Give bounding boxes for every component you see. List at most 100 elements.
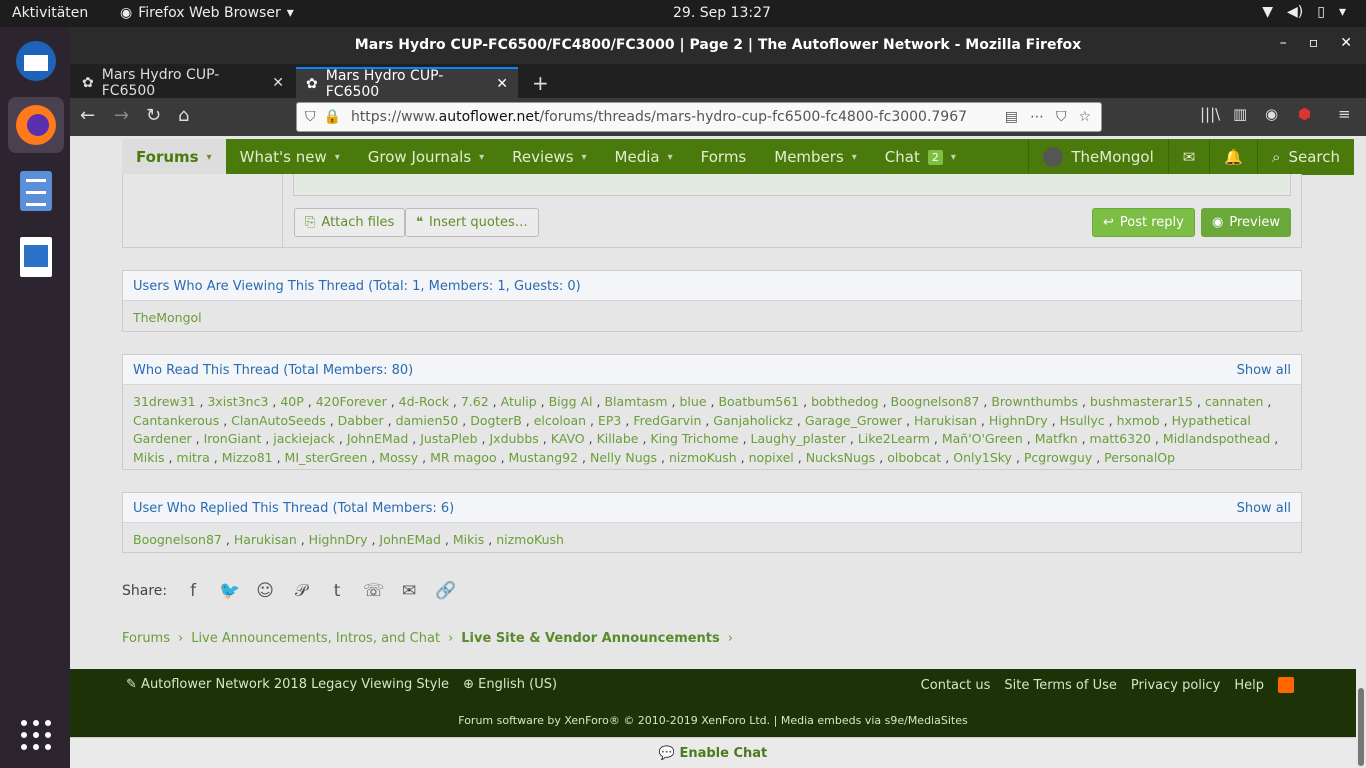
language-chooser[interactable]: ⊕ English (US) <box>463 677 557 692</box>
member-link[interactable]: Nelly Nugs <box>590 450 657 465</box>
pinterest-icon[interactable]: 𝒫 <box>291 581 311 601</box>
member-link[interactable]: JohnEMad <box>347 431 408 446</box>
post-reply-button[interactable]: ↩ Post reply <box>1092 208 1195 237</box>
member-link[interactable]: Hsullyc <box>1060 413 1105 428</box>
scrollbar[interactable] <box>1356 136 1366 768</box>
member-link[interactable]: Jxdubbs <box>489 431 538 446</box>
member-link[interactable]: Ganjaholickz <box>713 413 793 428</box>
member-link[interactable]: ClanAutoSeeds <box>231 413 326 428</box>
member-link[interactable]: Mañ'O'Green <box>942 431 1023 446</box>
member-link[interactable]: Blamtasm <box>604 394 667 409</box>
nav-grow-journals[interactable]: Grow Journals ▾ <box>354 139 498 175</box>
forward-icon[interactable]: → <box>114 105 129 126</box>
library-icon[interactable]: |||\ <box>1200 105 1220 123</box>
alerts-button[interactable]: 🔔 <box>1209 139 1257 175</box>
terms-link[interactable]: Site Terms of Use <box>1004 678 1116 693</box>
close-tab-icon[interactable]: ✕ <box>272 75 284 91</box>
privacy-link[interactable]: Privacy policy <box>1131 678 1220 693</box>
member-link[interactable]: Killabe <box>597 431 639 446</box>
more-icon[interactable]: ⋯ <box>1030 109 1044 125</box>
tumblr-icon[interactable]: t <box>327 581 347 601</box>
member-link[interactable]: elcoloan <box>534 413 586 428</box>
search-button[interactable]: ⌕ Search <box>1257 139 1354 175</box>
member-link[interactable]: olbobcat <box>887 450 941 465</box>
contact-link[interactable]: Contact us <box>921 678 991 693</box>
clock[interactable]: 29. Sep 13:27 <box>673 5 771 21</box>
thunderbird-icon[interactable] <box>8 33 64 89</box>
member-link[interactable]: nizmoKush <box>496 532 564 547</box>
member-link[interactable]: King Trichome <box>650 431 738 446</box>
member-link[interactable]: Mossy <box>379 450 418 465</box>
reader-icon[interactable]: ▤ <box>1005 109 1018 125</box>
member-link[interactable]: NucksNugs <box>806 450 876 465</box>
nav-forums[interactable]: Forums ▾ <box>122 139 226 175</box>
member-link[interactable]: 31drew31 <box>133 394 196 409</box>
bookmark-star-icon[interactable]: ☆ <box>1078 109 1091 125</box>
facebook-icon[interactable]: f <box>183 581 203 601</box>
system-tray[interactable]: ▼ ◀) ▯ ▾ <box>1262 4 1346 20</box>
repliers-show-all[interactable]: Show all <box>1237 501 1291 516</box>
nav-reviews[interactable]: Reviews ▾ <box>498 139 600 175</box>
file-cabinet-icon[interactable] <box>8 163 64 219</box>
email-icon[interactable]: ✉ <box>399 581 419 601</box>
member-link[interactable]: Mizzo81 <box>222 450 273 465</box>
inbox-button[interactable]: ✉ <box>1167 139 1210 175</box>
nav-chat[interactable]: Chat 2 ▾ <box>871 139 970 175</box>
member-link[interactable]: bobthedog <box>811 394 879 409</box>
help-link[interactable]: Help <box>1234 678 1264 693</box>
nav-members[interactable]: Members ▾ <box>760 139 871 175</box>
tab-active[interactable]: ✿ Mars Hydro CUP-FC6500 ✕ <box>296 67 518 100</box>
member-link[interactable]: 7.62 <box>461 394 489 409</box>
insert-quotes-button[interactable]: ❝ Insert quotes… <box>405 208 539 237</box>
reload-icon[interactable]: ↻ <box>146 105 161 126</box>
member-link[interactable]: Harukisan <box>234 532 297 547</box>
viewer-link[interactable]: TheMongol <box>133 310 202 325</box>
twitter-icon[interactable]: 🐦 <box>219 581 240 601</box>
new-tab-button[interactable]: + <box>522 67 559 98</box>
member-link[interactable]: Mikis <box>453 532 484 547</box>
member-link[interactable]: Brownthumbs <box>991 394 1078 409</box>
nav-media[interactable]: Media ▾ <box>601 139 687 175</box>
breadcrumb-forums[interactable]: Forums <box>122 631 170 646</box>
member-link[interactable]: 4d-Rock <box>399 394 449 409</box>
chevron-down-icon[interactable]: ▾ <box>207 152 212 163</box>
member-link[interactable]: Pcgrowguy <box>1024 450 1092 465</box>
member-link[interactable]: damien50 <box>396 413 459 428</box>
member-link[interactable]: Dabber <box>338 413 384 428</box>
member-link[interactable]: DogterB <box>470 413 522 428</box>
member-link[interactable]: Laughy_plaster <box>751 431 846 446</box>
member-link[interactable]: bushmasterar15 <box>1090 394 1193 409</box>
member-link[interactable]: 420Forever <box>316 394 387 409</box>
tab-inactive[interactable]: ✿ Mars Hydro CUP-FC6500 ✕ <box>72 67 294 99</box>
member-link[interactable]: Matfkn <box>1035 431 1078 446</box>
member-link[interactable]: jackiejack <box>273 431 335 446</box>
preview-button[interactable]: ◉ Preview <box>1201 208 1291 237</box>
member-link[interactable]: KAVO <box>551 431 585 446</box>
member-link[interactable]: Mustang92 <box>509 450 579 465</box>
member-link[interactable]: HighnDry <box>989 413 1048 428</box>
member-link[interactable]: HighnDry <box>309 532 368 547</box>
member-link[interactable]: Boatbum561 <box>718 394 799 409</box>
member-link[interactable]: Boognelson87 <box>133 532 222 547</box>
member-link[interactable]: Harukisan <box>914 413 977 428</box>
minimize-icon[interactable]: – <box>1280 35 1287 51</box>
writer-icon[interactable] <box>8 229 64 285</box>
member-link[interactable]: FredGarvin <box>633 413 701 428</box>
member-link[interactable]: MR magoo <box>430 450 497 465</box>
member-link[interactable]: 3xist3nc3 <box>207 394 268 409</box>
member-link[interactable]: nizmoKush <box>669 450 737 465</box>
member-link[interactable]: nopixel <box>749 450 794 465</box>
link-icon[interactable]: 🔗 <box>435 581 456 601</box>
member-link[interactable]: JohnEMad <box>379 532 440 547</box>
member-link[interactable]: Cantankerous <box>133 413 219 428</box>
member-link[interactable]: Bigg Al <box>549 394 593 409</box>
member-link[interactable]: Boognelson87 <box>891 394 980 409</box>
member-link[interactable]: blue <box>680 394 707 409</box>
member-link[interactable]: matt6320 <box>1090 431 1151 446</box>
nav-whats-new[interactable]: What's new ▾ <box>226 139 354 175</box>
breadcrumb-live[interactable]: Live Announcements, Intros, and Chat <box>191 631 440 646</box>
member-link[interactable]: cannaten <box>1205 394 1264 409</box>
member-link[interactable]: Only1Sky <box>953 450 1012 465</box>
member-link[interactable]: IronGiant <box>204 431 262 446</box>
url-bar[interactable]: ⛉ 🔒 https://www. autoflower.net/forums/th… <box>296 102 1102 132</box>
